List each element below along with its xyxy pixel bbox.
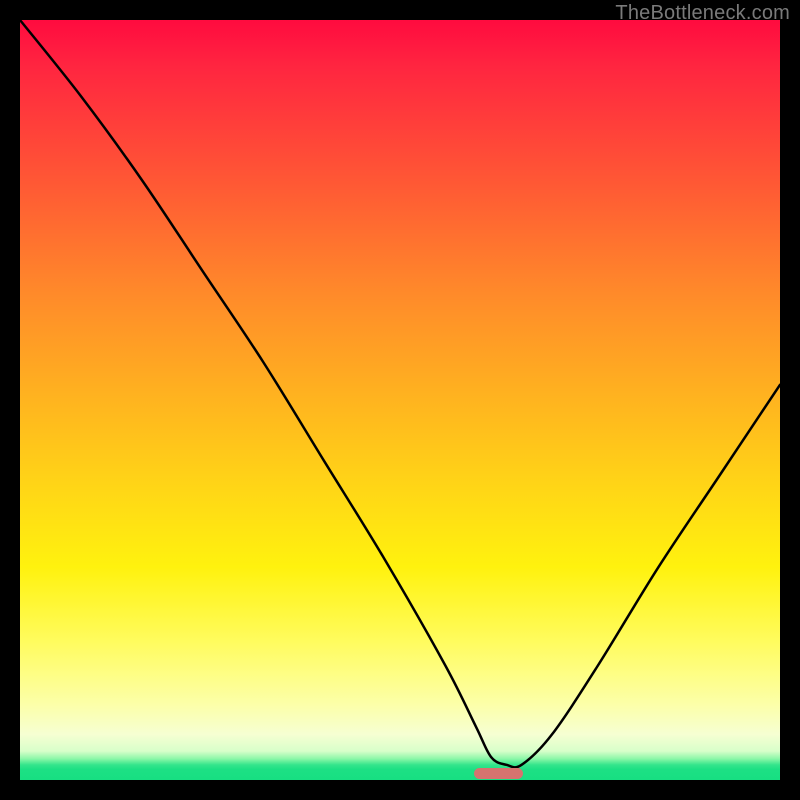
bottleneck-curve (20, 20, 780, 780)
chart-frame: TheBottleneck.com (0, 0, 800, 800)
plot-area (20, 20, 780, 780)
minimum-marker (474, 768, 523, 779)
